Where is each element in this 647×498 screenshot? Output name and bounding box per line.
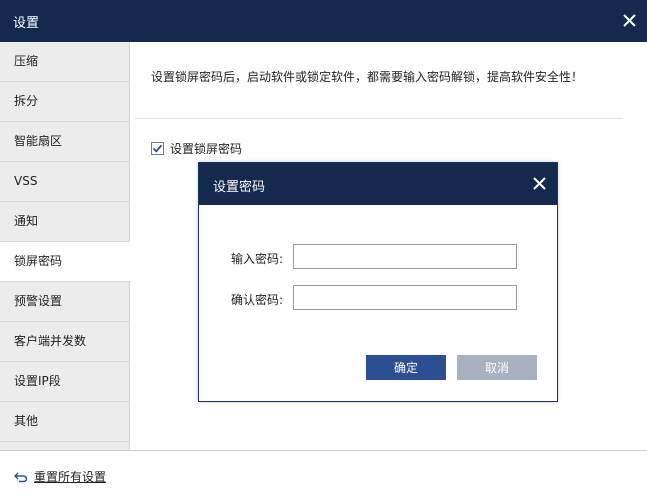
settings-sidebar: 压缩 拆分 智能扇区 VSS 通知 锁屏密码 预警设置 客户端并发数 设置IP段… (0, 42, 131, 450)
confirm-password-label: 确认密码: (230, 293, 283, 307)
window-title: 设置 (13, 16, 40, 31)
password-label: 输入密码: (230, 252, 283, 266)
set-password-dialog: 设置密码 输入密码: 确认密码: 确定 取消 (198, 162, 558, 402)
cancel-button[interactable]: 取消 (457, 355, 537, 380)
window-close-button[interactable] (617, 8, 641, 32)
confirm-password-input[interactable] (293, 285, 517, 310)
password-input[interactable] (293, 244, 517, 269)
lock-description: 设置锁屏密码后，启动软件或锁定软件，都需要输入密码解锁，提高软件安全性！ (151, 70, 584, 84)
reset-all-link[interactable]: 重置所有设置 (14, 468, 106, 485)
sidebar-item-client-concurrency[interactable]: 客户端并发数 (0, 322, 129, 362)
reset-all-label[interactable]: 重置所有设置 (34, 468, 106, 485)
sidebar-item-other[interactable]: 其他 (0, 402, 129, 442)
close-icon (532, 176, 546, 190)
divider (135, 118, 623, 119)
sidebar-item-notify[interactable]: 通知 (0, 202, 129, 242)
dialog-title: 设置密码 (213, 180, 266, 195)
dialog-close-button[interactable] (527, 171, 551, 195)
undo-arrow-icon (14, 472, 28, 482)
settings-footer: 重置所有设置 (0, 450, 647, 498)
checkmark-icon (152, 144, 163, 153)
lock-password-option: 设置锁屏密码 (151, 140, 242, 157)
sidebar-item-vss[interactable]: VSS (0, 162, 129, 202)
lock-password-checkbox[interactable] (151, 142, 164, 155)
sidebar-item-alert-settings[interactable]: 预警设置 (0, 282, 129, 322)
lock-password-checkbox-label[interactable]: 设置锁屏密码 (170, 140, 242, 157)
close-icon (622, 13, 636, 27)
ok-button[interactable]: 确定 (366, 355, 446, 380)
sidebar-item-ip-range[interactable]: 设置IP段 (0, 362, 129, 402)
sidebar-item-split[interactable]: 拆分 (0, 82, 129, 122)
window-titlebar: 设置 (0, 0, 647, 42)
sidebar-item-lock-password[interactable]: 锁屏密码 (0, 242, 131, 282)
sidebar-item-smart-sector[interactable]: 智能扇区 (0, 122, 129, 162)
dialog-titlebar: 设置密码 (199, 163, 557, 205)
sidebar-item-compress[interactable]: 压缩 (0, 42, 129, 82)
